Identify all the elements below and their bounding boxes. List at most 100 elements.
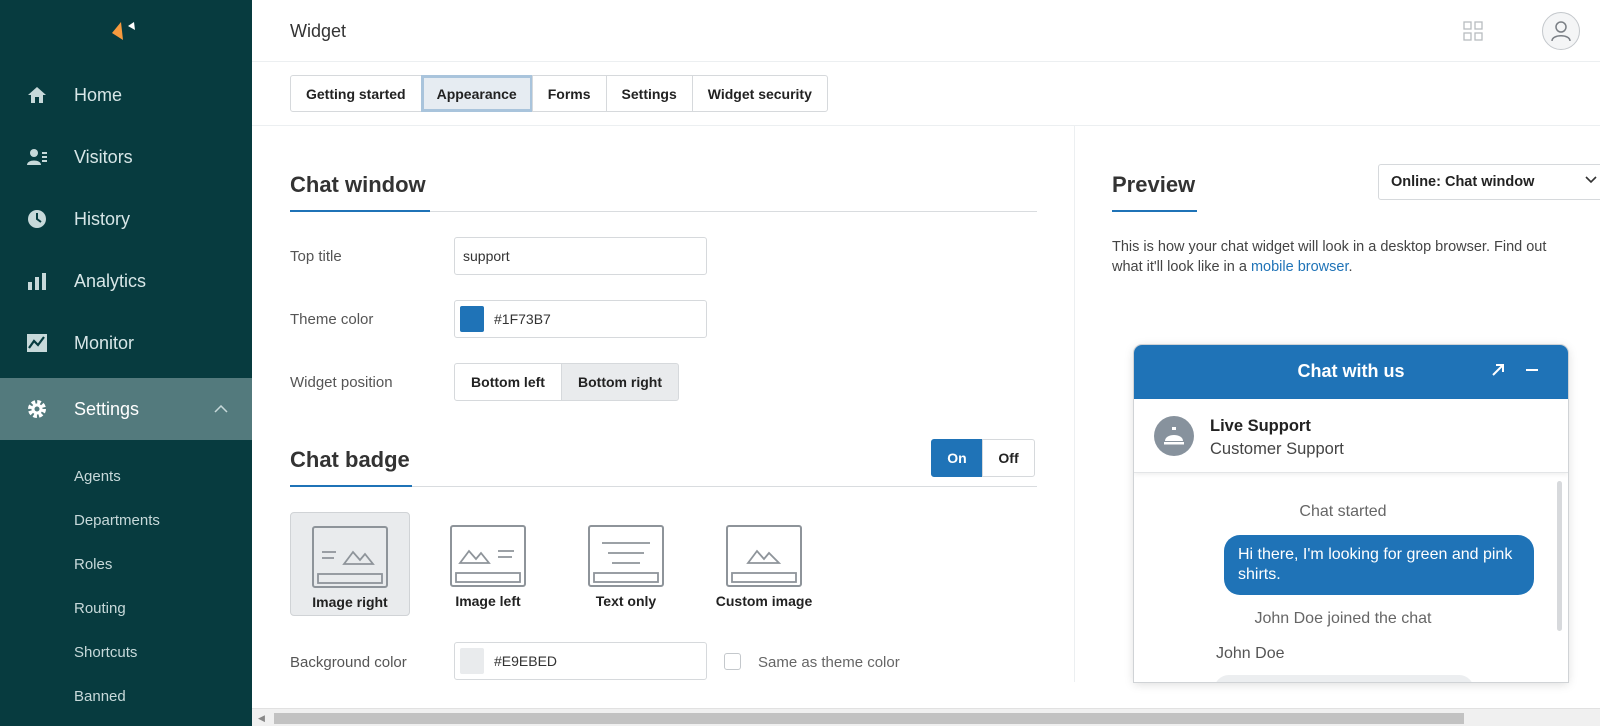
- sidebar-item-monitor[interactable]: Monitor: [0, 312, 252, 374]
- monitor-chart-icon: [26, 332, 48, 354]
- sidebar-subitem-agents[interactable]: Agents: [74, 468, 121, 485]
- tabs: Getting started Appearance Forms Setting…: [290, 75, 828, 112]
- agent-message-sender: John Doe: [1216, 645, 1285, 662]
- page-title: Widget: [290, 21, 347, 41]
- widget-position-label: Widget position: [290, 374, 393, 391]
- preview-mode-value: Online: Chat window: [1391, 174, 1535, 190]
- visitors-icon: [26, 146, 48, 168]
- preview-mode-select[interactable]: Online: Chat window: [1378, 164, 1600, 200]
- sidebar-item-label: Analytics: [74, 270, 147, 291]
- sidebar-subitem-departments[interactable]: Departments: [74, 512, 160, 529]
- gear-icon: [26, 398, 48, 420]
- chat-badge-toggle: On Off: [931, 439, 1035, 477]
- bar-chart-icon: [26, 270, 48, 292]
- sidebar-item-label: Settings: [74, 398, 140, 419]
- custom-image-icon: [726, 525, 802, 587]
- home-icon: [26, 84, 48, 106]
- badge-on-option[interactable]: On: [931, 439, 983, 477]
- background-color-input[interactable]: #E9EBED: [454, 642, 707, 680]
- popout-icon[interactable]: [1490, 362, 1506, 378]
- tab-widget-security[interactable]: Widget security: [691, 75, 828, 112]
- sidebar-item-label: Home: [74, 84, 123, 105]
- chat-widget-preview: Chat with us Live Support Customer Suppo…: [1134, 345, 1568, 682]
- product-grid-icon[interactable]: [1463, 21, 1483, 41]
- theme-color-label: Theme color: [290, 311, 374, 328]
- badge-option-image-right[interactable]: Image right: [290, 512, 410, 616]
- widget-scrollbar[interactable]: [1557, 481, 1562, 631]
- sidebar-subitem-shortcuts[interactable]: Shortcuts: [74, 644, 137, 661]
- avatar[interactable]: [1542, 12, 1580, 50]
- top-title-input[interactable]: support: [454, 237, 707, 275]
- agent-name: Live Support: [1210, 417, 1311, 435]
- text-only-icon: [588, 525, 664, 587]
- theme-color-value: #1F73B7: [494, 311, 551, 327]
- same-as-theme-label: Same as theme color: [758, 654, 900, 671]
- sidebar-item-settings[interactable]: Settings: [0, 378, 252, 440]
- sidebar-item-label: Monitor: [74, 332, 135, 353]
- preview-description-end: .: [1348, 259, 1353, 275]
- sidebar-subitem-routing[interactable]: Routing: [74, 600, 126, 617]
- tab-getting-started[interactable]: Getting started: [290, 75, 422, 112]
- chevron-down-icon: [1585, 176, 1597, 184]
- theme-color-input[interactable]: #1F73B7: [454, 300, 707, 338]
- visitor-message-bubble: Hi there, I'm looking for green and pink…: [1224, 535, 1534, 595]
- preview-divider: [1112, 210, 1600, 212]
- sidebar-item-visitors[interactable]: Visitors: [0, 126, 252, 188]
- image-left-icon: [450, 525, 526, 587]
- concierge-bell-icon: [1154, 416, 1194, 456]
- section-divider: [290, 210, 1037, 212]
- widget-header: Chat with us: [1134, 345, 1568, 399]
- sidebar-item-label: Visitors: [74, 146, 133, 167]
- theme-color-swatch[interactable]: [460, 306, 484, 332]
- top-title-value: support: [463, 248, 510, 264]
- tab-forms[interactable]: Forms: [531, 75, 607, 112]
- clock-icon: [26, 208, 48, 230]
- badge-option-label: Image left: [455, 593, 521, 609]
- widget-agent-bar: Live Support Customer Support: [1134, 399, 1568, 473]
- agent-message-bubble: [1214, 675, 1474, 682]
- top-title-label: Top title: [290, 248, 342, 265]
- mobile-browser-link[interactable]: mobile browser: [1251, 259, 1349, 275]
- tab-settings[interactable]: Settings: [605, 75, 693, 112]
- sidebar-item-home[interactable]: Home: [0, 64, 252, 126]
- same-as-theme-checkbox[interactable]: [724, 653, 741, 670]
- agent-role: Customer Support: [1210, 440, 1344, 458]
- image-right-icon: [312, 526, 388, 588]
- chevron-up-icon: [214, 405, 228, 413]
- scrollbar-thumb[interactable]: [274, 713, 1464, 724]
- user-icon: [1551, 21, 1571, 42]
- badge-option-label: Image right: [312, 594, 388, 610]
- sidebar-subitem-banned[interactable]: Banned: [74, 688, 126, 705]
- bottom-right-option[interactable]: Bottom right: [561, 363, 679, 401]
- badge-option-label: Text only: [595, 593, 657, 609]
- badge-option-custom-image[interactable]: Custom image: [704, 512, 824, 616]
- preview-title: Preview: [1112, 172, 1196, 197]
- scroll-left-icon[interactable]: ◀: [258, 713, 265, 724]
- chat-window-title: Chat window: [290, 172, 426, 197]
- badge-off-option[interactable]: Off: [982, 439, 1035, 477]
- horizontal-scrollbar[interactable]: ◀: [252, 708, 1600, 726]
- column-divider: [1074, 126, 1075, 682]
- sidebar-subitem-roles[interactable]: Roles: [74, 556, 112, 573]
- bottom-left-option[interactable]: Bottom left: [454, 363, 562, 401]
- background-color-label: Background color: [290, 654, 407, 671]
- sidebar-item-label: History: [74, 208, 131, 229]
- sidebar-item-history[interactable]: History: [0, 188, 252, 250]
- logo-icon: [112, 22, 135, 40]
- widget-position-toggle: Bottom left Bottom right: [454, 363, 679, 401]
- minimize-icon[interactable]: [1524, 362, 1540, 378]
- badge-option-label: Custom image: [715, 593, 813, 609]
- preview-description: This is how your chat widget will look i…: [1112, 237, 1578, 277]
- badge-option-text-only[interactable]: Text only: [566, 512, 686, 616]
- section-divider: [290, 485, 1037, 487]
- tab-appearance[interactable]: Appearance: [420, 75, 533, 112]
- background-color-swatch[interactable]: [460, 648, 484, 674]
- agent-joined-text: John Doe joined the chat: [1254, 610, 1432, 627]
- tabs-bar: Getting started Appearance Forms Setting…: [252, 62, 1600, 126]
- sidebar-item-analytics[interactable]: Analytics: [0, 250, 252, 312]
- sidebar: Home Visitors History Analytics Monitor …: [0, 0, 252, 726]
- background-color-value: #E9EBED: [494, 653, 558, 669]
- header: Widget: [252, 0, 1600, 62]
- chat-badge-title: Chat badge: [290, 447, 410, 472]
- badge-option-image-left[interactable]: Image left: [428, 512, 548, 616]
